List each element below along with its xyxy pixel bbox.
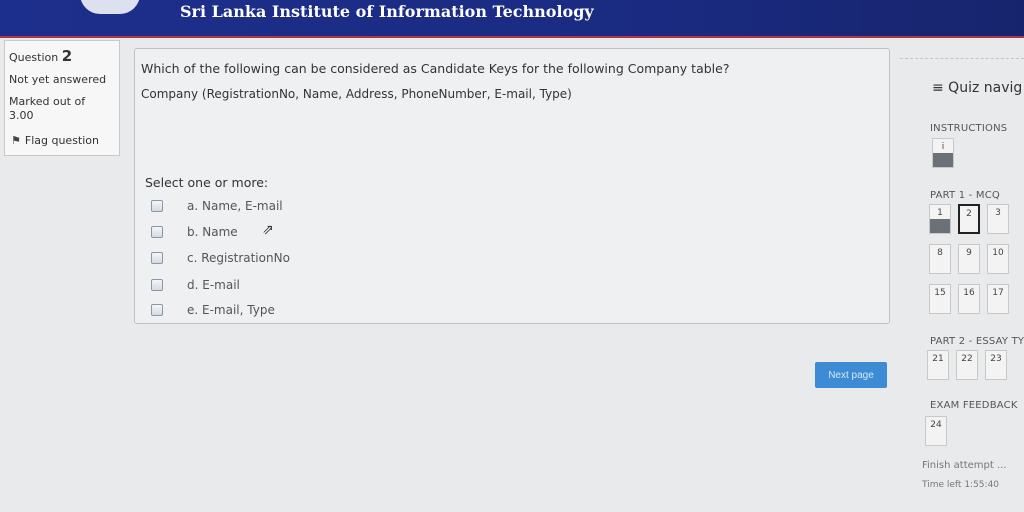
marks-info: Marked out of 3.00: [9, 95, 109, 123]
option-d-label: d. E-mail: [187, 278, 240, 292]
nav-button-8[interactable]: 8: [929, 244, 951, 274]
nav-button-22[interactable]: 22: [956, 350, 978, 380]
option-a-checkbox[interactable]: [151, 200, 163, 212]
quiz-nav-title: ≡ Quiz navig: [932, 80, 1023, 96]
option-c[interactable]: c. RegistrationNo: [151, 251, 290, 265]
option-a[interactable]: a. Name, E-mail: [151, 199, 283, 213]
nav-divider: [900, 58, 1024, 59]
nav-button-3[interactable]: 3: [987, 204, 1009, 234]
nav-button-10[interactable]: 10: [987, 244, 1009, 274]
nav-button-24[interactable]: 24: [925, 416, 947, 446]
option-a-label: a. Name, E-mail: [187, 199, 283, 213]
option-d-checkbox[interactable]: [151, 279, 163, 291]
nav-button-23[interactable]: 23: [985, 350, 1007, 380]
option-e-checkbox[interactable]: [151, 304, 163, 316]
option-e[interactable]: e. E-mail, Type: [151, 303, 275, 317]
question-content: Which of the following can be considered…: [134, 48, 890, 324]
nav-section-part1: PART 1 - MCQ: [930, 190, 1000, 201]
nav-button-9[interactable]: 9: [958, 244, 980, 274]
question-number-label: Question 2: [9, 47, 72, 65]
nav-button-1[interactable]: 1: [929, 204, 951, 234]
max-mark: 3.00: [9, 109, 34, 122]
option-e-label: e. E-mail, Type: [187, 303, 275, 317]
institute-logo: [80, 0, 140, 14]
nav-button-16[interactable]: 16: [958, 284, 980, 314]
question-info: Question 2 Not yet answered Marked out o…: [4, 40, 120, 156]
option-b-checkbox[interactable]: [151, 226, 163, 238]
nav-button-17[interactable]: 17: [987, 284, 1009, 314]
option-b-label: b. Name: [187, 225, 238, 239]
nav-section-feedback: EXAM FEEDBACK: [930, 400, 1018, 411]
mouse-cursor-icon: ⇗: [262, 222, 274, 238]
option-b[interactable]: b. Name: [151, 225, 238, 239]
site-header: Sri Lanka Institute of Information Techn…: [0, 0, 1024, 38]
answer-prompt: Select one or more:: [145, 175, 269, 190]
next-page-button[interactable]: Next page: [815, 362, 887, 388]
question-state: Not yet answered: [9, 73, 107, 86]
institute-title: Sri Lanka Institute of Information Techn…: [180, 2, 594, 21]
nav-button-i[interactable]: i: [932, 138, 954, 168]
question-text: Which of the following can be considered…: [141, 61, 730, 76]
question-label: Question: [9, 51, 59, 64]
flag-question-label: Flag question: [24, 134, 100, 147]
time-left: Time left 1:55:40: [922, 480, 1000, 490]
flag-question-link[interactable]: ⚑ Flag question: [11, 134, 99, 147]
finish-attempt-link[interactable]: Finish attempt ...: [922, 460, 1007, 471]
option-c-checkbox[interactable]: [151, 252, 163, 264]
question-number: 2: [61, 47, 73, 65]
nav-button-15[interactable]: 15: [929, 284, 951, 314]
option-c-label: c. RegistrationNo: [187, 251, 290, 265]
nav-button-2[interactable]: 2: [958, 204, 980, 234]
option-d[interactable]: d. E-mail: [151, 278, 240, 292]
marked-out-of-label: Marked out of: [9, 95, 86, 108]
nav-button-21[interactable]: 21: [927, 350, 949, 380]
nav-section-part2: PART 2 - ESSAY TYP: [930, 336, 1024, 347]
nav-section-instructions: INSTRUCTIONS: [930, 123, 1008, 134]
flag-icon: ⚑: [11, 134, 21, 147]
question-schema: Company (RegistrationNo, Name, Address, …: [141, 87, 572, 101]
